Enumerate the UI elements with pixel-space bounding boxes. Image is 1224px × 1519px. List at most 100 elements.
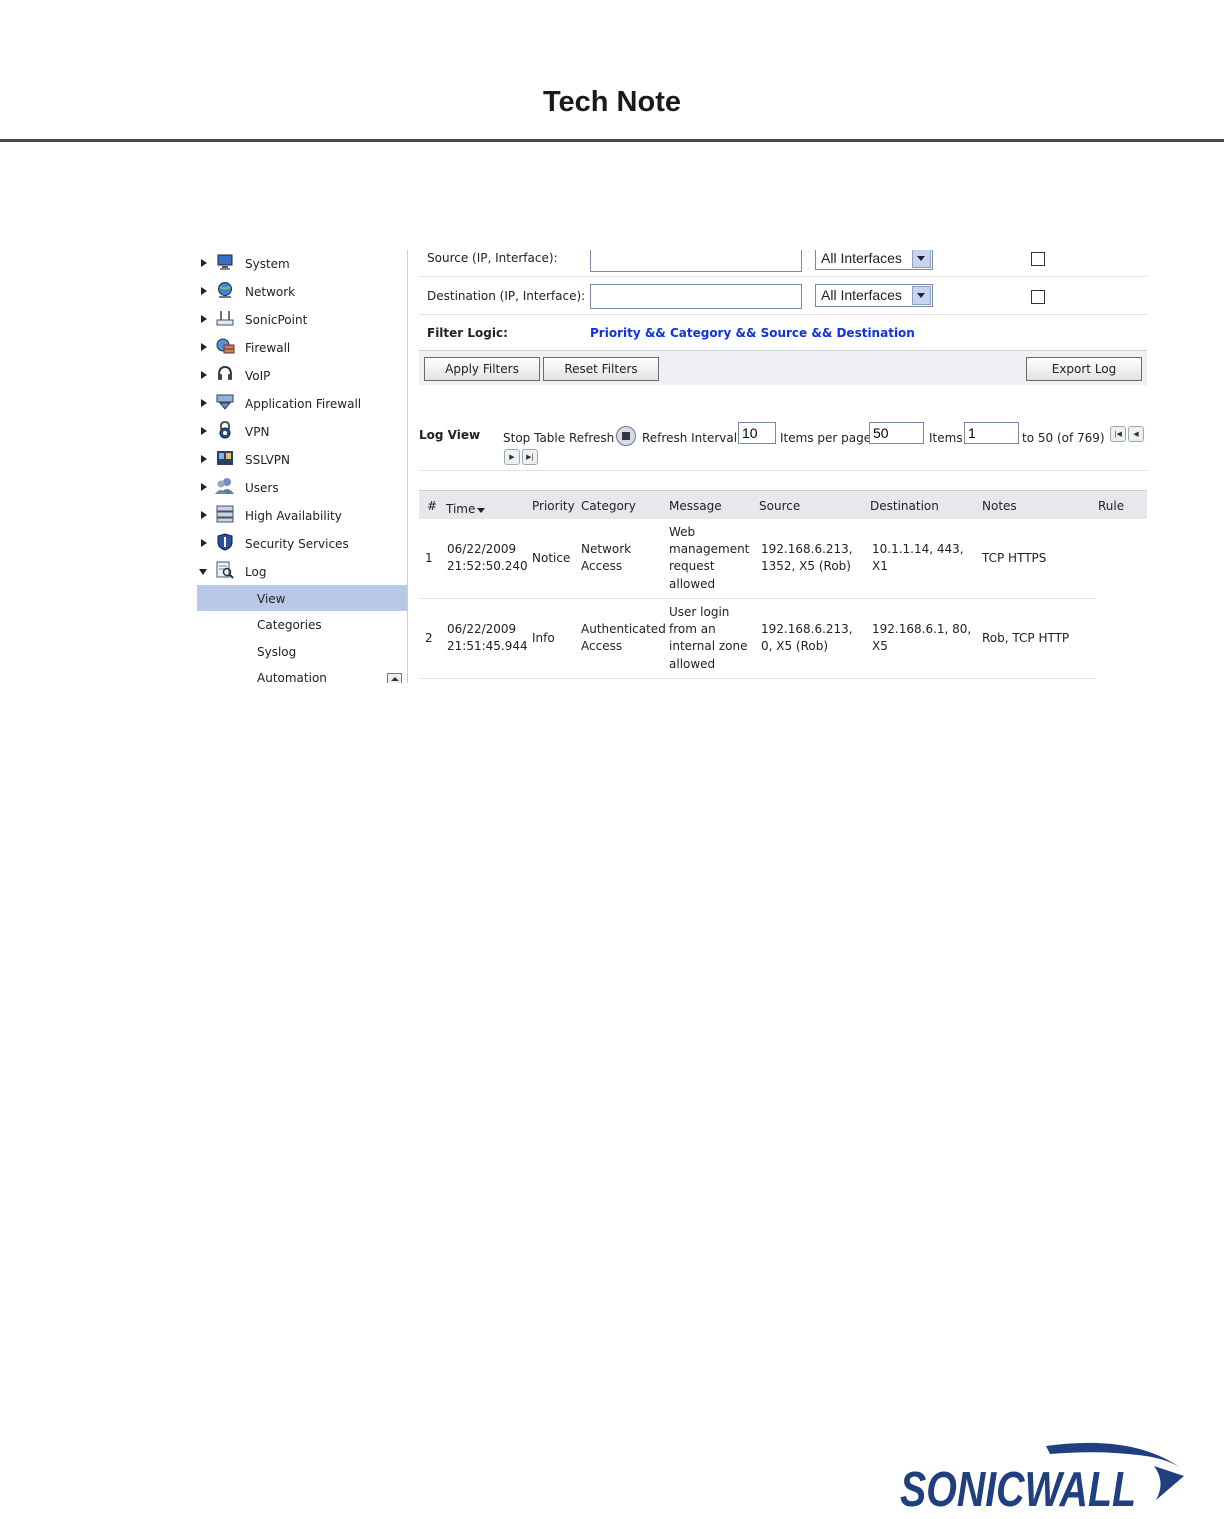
sidebar-item-system[interactable]: System bbox=[197, 250, 407, 278]
first-page-icon[interactable]: |◀ bbox=[1110, 426, 1126, 442]
sidebar-subitem-automation[interactable]: Automation bbox=[197, 664, 407, 683]
filter-logic-label: Filter Logic: bbox=[427, 326, 508, 340]
sidebar-item-firewall[interactable]: Firewall bbox=[197, 334, 407, 362]
destination-negate-checkbox[interactable] bbox=[1031, 290, 1045, 304]
prev-page-icon[interactable]: ◀ bbox=[1128, 426, 1144, 442]
table-row[interactable]: 1 06/22/2009 21:52:50.240 Notice Network… bbox=[419, 518, 1095, 599]
app-firewall-icon bbox=[215, 393, 235, 413]
row-destination: X1 bbox=[872, 559, 888, 573]
sidebar-item-sonicpoint[interactable]: SonicPoint bbox=[197, 306, 407, 334]
sidebar-item-label: High Availability bbox=[245, 509, 342, 523]
row-source: 192.168.6.213, bbox=[761, 622, 853, 636]
sslvpn-icon bbox=[215, 449, 235, 469]
items-per-page-label: Items per page bbox=[780, 431, 872, 445]
row-destination: 10.1.1.14, 443, bbox=[872, 542, 964, 556]
row-priority: Info bbox=[532, 631, 555, 645]
log-search-icon bbox=[215, 561, 235, 581]
sidebar-item-label: Log bbox=[245, 565, 267, 579]
sidebar-item-security-services[interactable]: Security Services bbox=[197, 530, 407, 558]
row-number: 1 bbox=[425, 551, 433, 565]
next-page-icon[interactable]: ▶ bbox=[504, 449, 520, 465]
sidebar-item-label: SSLVPN bbox=[245, 453, 291, 467]
row-category: Network bbox=[581, 542, 632, 556]
sidebar-item-label: Users bbox=[245, 481, 279, 495]
row-message: allowed bbox=[669, 577, 716, 591]
source-label: Source (IP, Interface): bbox=[427, 251, 558, 265]
row-time-clock: 21:51:45.944 bbox=[447, 639, 528, 653]
scroll-up-button[interactable] bbox=[387, 673, 402, 683]
source-filter-row: Source (IP, Interface): All Interfaces bbox=[419, 250, 1147, 277]
sort-desc-icon[interactable] bbox=[477, 508, 485, 513]
col-source[interactable]: Source bbox=[759, 499, 800, 513]
filter-logic-value: Priority && Category && Source && Destin… bbox=[590, 326, 915, 340]
row-priority: Notice bbox=[532, 551, 571, 565]
col-time[interactable]: Time bbox=[446, 502, 475, 516]
row-category: Access bbox=[581, 559, 623, 573]
users-icon bbox=[215, 477, 235, 497]
col-rule[interactable]: Rule bbox=[1098, 499, 1124, 513]
expand-arrow-icon bbox=[201, 455, 207, 463]
logo-wordmark: SONICWALL bbox=[900, 1463, 1136, 1512]
items-per-page-input[interactable] bbox=[869, 422, 924, 444]
sidebar-subitem-syslog[interactable]: Syslog bbox=[197, 638, 407, 664]
select-value: All Interfaces bbox=[821, 250, 902, 266]
sidebar-item-label: Network bbox=[245, 285, 296, 299]
expand-arrow-icon bbox=[201, 287, 207, 295]
server-icon bbox=[215, 505, 235, 525]
col-destination[interactable]: Destination bbox=[870, 499, 939, 513]
table-row[interactable]: 2 06/22/2009 21:51:45.944 Info Authentic… bbox=[419, 598, 1095, 679]
sidebar-item-vpn[interactable]: VPN bbox=[197, 418, 407, 446]
col-notes[interactable]: Notes bbox=[982, 499, 1017, 513]
row-message: management bbox=[669, 542, 750, 556]
col-message[interactable]: Message bbox=[669, 499, 722, 513]
col-priority[interactable]: Priority bbox=[532, 499, 575, 513]
subitem-label: Syslog bbox=[257, 645, 297, 659]
sidebar-item-voip[interactable]: VoIP bbox=[197, 362, 407, 390]
source-interface-select[interactable]: All Interfaces bbox=[815, 250, 933, 270]
export-log-button[interactable]: Export Log bbox=[1026, 357, 1142, 381]
sidebar-item-sslvpn[interactable]: SSLVPN bbox=[197, 446, 407, 474]
access-point-icon bbox=[215, 309, 235, 329]
row-notes: TCP HTTPS bbox=[982, 551, 1047, 565]
sidebar-item-label: Firewall bbox=[245, 341, 291, 355]
row-time-clock: 21:52:50.240 bbox=[447, 559, 528, 573]
expand-arrow-icon bbox=[201, 483, 207, 491]
expand-arrow-icon bbox=[201, 539, 207, 547]
col-category[interactable]: Category bbox=[581, 499, 636, 513]
destination-label: Destination (IP, Interface): bbox=[427, 289, 586, 303]
shield-icon bbox=[215, 533, 235, 553]
destination-interface-select[interactable]: All Interfaces bbox=[815, 284, 933, 307]
refresh-interval-input[interactable] bbox=[738, 422, 776, 444]
apply-filters-button[interactable]: Apply Filters bbox=[424, 357, 540, 381]
sidebar-item-high-availability[interactable]: High Availability bbox=[197, 502, 407, 530]
row-destination: 192.168.6.1, 80, bbox=[872, 622, 972, 636]
select-value: All Interfaces bbox=[821, 287, 902, 303]
items-range-text: to 50 (of 769) bbox=[1022, 431, 1105, 445]
row-message: internal zone bbox=[669, 639, 748, 653]
last-page-icon[interactable]: ▶| bbox=[522, 449, 538, 465]
sidebar-item-log[interactable]: Log bbox=[197, 558, 407, 586]
row-message: allowed bbox=[669, 657, 716, 671]
row-notes: Rob, TCP HTTP bbox=[982, 631, 1070, 645]
expand-arrow-icon bbox=[201, 371, 207, 379]
destination-input[interactable] bbox=[590, 284, 802, 309]
log-view-title: Log View bbox=[419, 428, 481, 442]
items-start-input[interactable] bbox=[964, 422, 1019, 444]
sidebar-item-users[interactable]: Users bbox=[197, 474, 407, 502]
sidebar-item-application-firewall[interactable]: Application Firewall bbox=[197, 390, 407, 418]
source-input[interactable] bbox=[590, 250, 802, 272]
source-negate-checkbox[interactable] bbox=[1031, 252, 1045, 266]
monitor-icon bbox=[215, 253, 235, 273]
chevron-down-icon[interactable] bbox=[912, 250, 931, 268]
row-source: 0, X5 (Rob) bbox=[761, 639, 829, 653]
stop-icon[interactable] bbox=[616, 426, 636, 446]
expand-arrow-icon bbox=[201, 511, 207, 519]
row-source: 1352, X5 (Rob) bbox=[761, 559, 851, 573]
row-time-date: 06/22/2009 bbox=[447, 622, 517, 636]
sidebar-subitem-view[interactable]: View bbox=[197, 585, 407, 611]
reset-filters-button[interactable]: Reset Filters bbox=[543, 357, 659, 381]
sidebar-item-label: VPN bbox=[245, 425, 270, 439]
chevron-down-icon[interactable] bbox=[912, 286, 931, 305]
sidebar-item-network[interactable]: Network bbox=[197, 278, 407, 306]
sidebar-subitem-categories[interactable]: Categories bbox=[197, 611, 407, 637]
